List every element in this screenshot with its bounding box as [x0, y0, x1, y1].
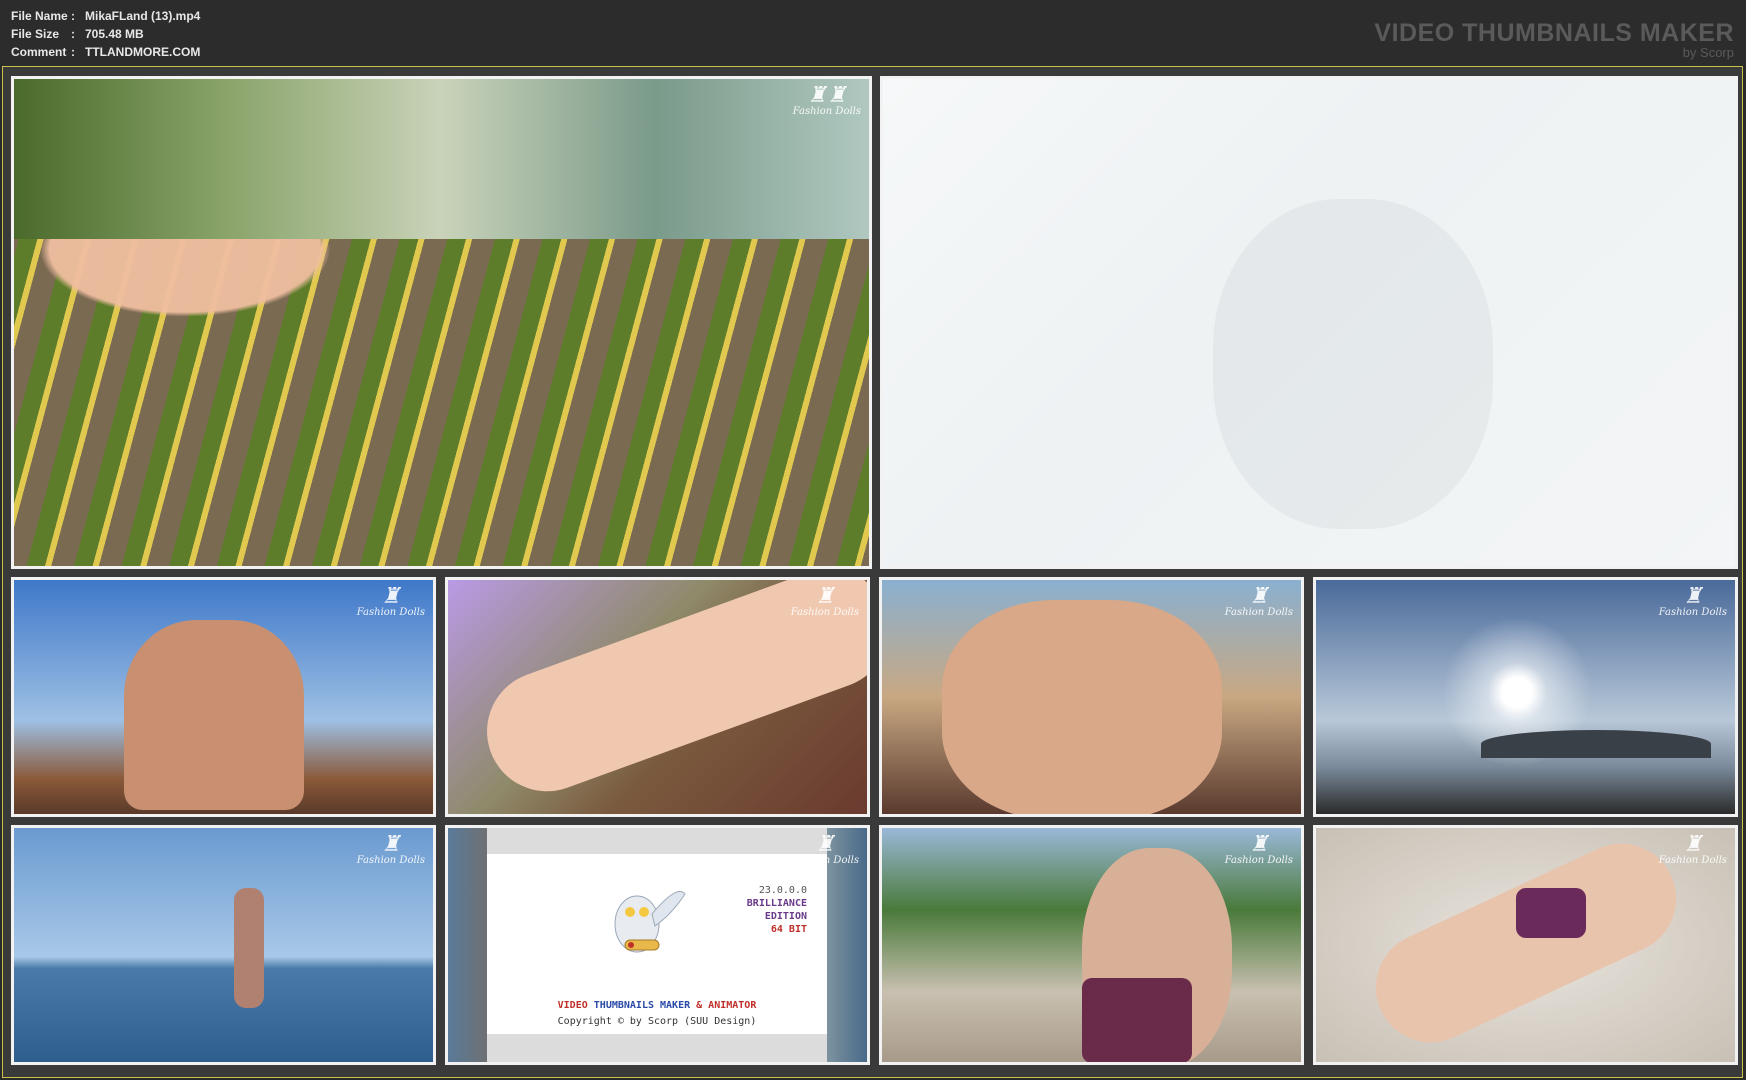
thumbnail-1[interactable]: ♜♜ Fashion Dolls — [11, 76, 872, 569]
watermark-logo: ♜ Fashion Dolls — [790, 584, 859, 618]
figure — [234, 888, 264, 1008]
watermark-logo: ♜ Fashion Dolls — [1658, 832, 1727, 866]
thumbnail-2[interactable] — [880, 76, 1738, 569]
figure — [124, 620, 304, 810]
owl-icon — [614, 891, 686, 953]
bit-label: 64 BIT — [770, 924, 807, 935]
watermark-logo: ♜ Fashion Dolls — [356, 584, 425, 618]
brand-watermark: VIDEO THUMBNAILS MAKER by Scorp — [1374, 20, 1734, 59]
dolls-icon: ♜ — [815, 584, 835, 609]
faded-figure — [1213, 199, 1493, 529]
edition-line-1: BRILLIANCE — [746, 898, 807, 909]
splash-panel: 23.0.0.0 BRILLIANCE EDITION 64 BIT VIDEO… — [487, 854, 827, 1034]
file-size-label: File Size — [11, 27, 60, 41]
thumbnail-7[interactable]: ♜ Fashion Dolls — [11, 825, 436, 1065]
dolls-icon: ♜ — [1683, 584, 1703, 609]
thumbnail-sheet: ♜♜ Fashion Dolls ♜ Fashion Dolls ♜ Fashion … — [2, 66, 1743, 1078]
comment-row: Comment : TTLANDMORE.COM — [11, 43, 200, 61]
file-info: File Name : MikaFLand (13).mp4 File Size… — [11, 7, 200, 61]
file-size-row: File Size : 705.48 MB — [11, 25, 200, 43]
separator: : — [71, 27, 75, 41]
island-silhouette — [1481, 730, 1711, 758]
dolls-icon: ♜♜ — [807, 83, 847, 108]
dolls-icon: ♜ — [815, 832, 835, 857]
swimsuit — [1516, 888, 1586, 938]
separator: : — [71, 45, 75, 59]
figure — [1357, 828, 1695, 1061]
edition-line-2: EDITION — [764, 911, 807, 922]
dolls-icon: ♜ — [1249, 832, 1269, 857]
brand-subtitle: by Scorp — [1682, 45, 1734, 60]
thumbnail-4[interactable]: ♜ Fashion Dolls — [445, 577, 870, 817]
separator: : — [71, 9, 75, 23]
splash-title: VIDEO THUMBNAILS MAKER & ANIMATOR — [557, 1000, 757, 1011]
thumbnail-3[interactable]: ♜ Fashion Dolls — [11, 577, 436, 817]
thumbnail-10[interactable]: ♜ Fashion Dolls — [1313, 825, 1738, 1065]
file-name-value: MikaFLand (13).mp4 — [85, 9, 201, 23]
splash-copyright: Copyright © by Scorp (SUU Design) — [557, 1016, 757, 1027]
swimsuit — [1082, 978, 1192, 1062]
thumbnail-8[interactable]: 23.0.0.0 BRILLIANCE EDITION 64 BIT VIDEO… — [445, 825, 870, 1065]
version-info: 23.0.0.0 BRILLIANCE EDITION 64 BIT — [747, 884, 807, 936]
dolls-icon: ♜ — [1683, 832, 1703, 857]
comment-value: TTLANDMORE.COM — [85, 45, 201, 59]
file-size-value: 705.48 MB — [85, 27, 144, 41]
watermark-logo: ♜ Fashion Dolls — [1658, 584, 1727, 618]
dolls-icon: ♜ — [381, 832, 401, 857]
app-splash: 23.0.0.0 BRILLIANCE EDITION 64 BIT VIDEO… — [487, 828, 827, 1062]
dolls-icon: ♜ — [1249, 584, 1269, 609]
dolls-icon: ♜ — [381, 584, 401, 609]
thumbnail-5[interactable]: ♜ Fashion Dolls — [879, 577, 1304, 817]
file-name-label: File Name — [11, 9, 68, 23]
comment-label: Comment — [11, 45, 67, 59]
watermark-logo: ♜ Fashion Dolls — [1224, 832, 1293, 866]
watermark-logo: ♜♜ Fashion Dolls — [792, 83, 861, 117]
watermark-logo: ♜ Fashion Dolls — [790, 832, 859, 866]
background-blur — [14, 79, 869, 239]
info-header: File Name : MikaFLand (13).mp4 File Size… — [0, 0, 1746, 66]
watermark-logo: ♜ Fashion Dolls — [356, 832, 425, 866]
figure — [942, 600, 1222, 814]
thumbnail-9[interactable]: ♜ Fashion Dolls — [879, 825, 1304, 1065]
brand-title: VIDEO THUMBNAILS MAKER — [1374, 19, 1734, 47]
file-name-row: File Name : MikaFLand (13).mp4 — [11, 7, 200, 25]
thumbnail-6[interactable]: ♜ Fashion Dolls — [1313, 577, 1738, 817]
version-number: 23.0.0.0 — [758, 885, 807, 896]
watermark-logo: ♜ Fashion Dolls — [1224, 584, 1293, 618]
